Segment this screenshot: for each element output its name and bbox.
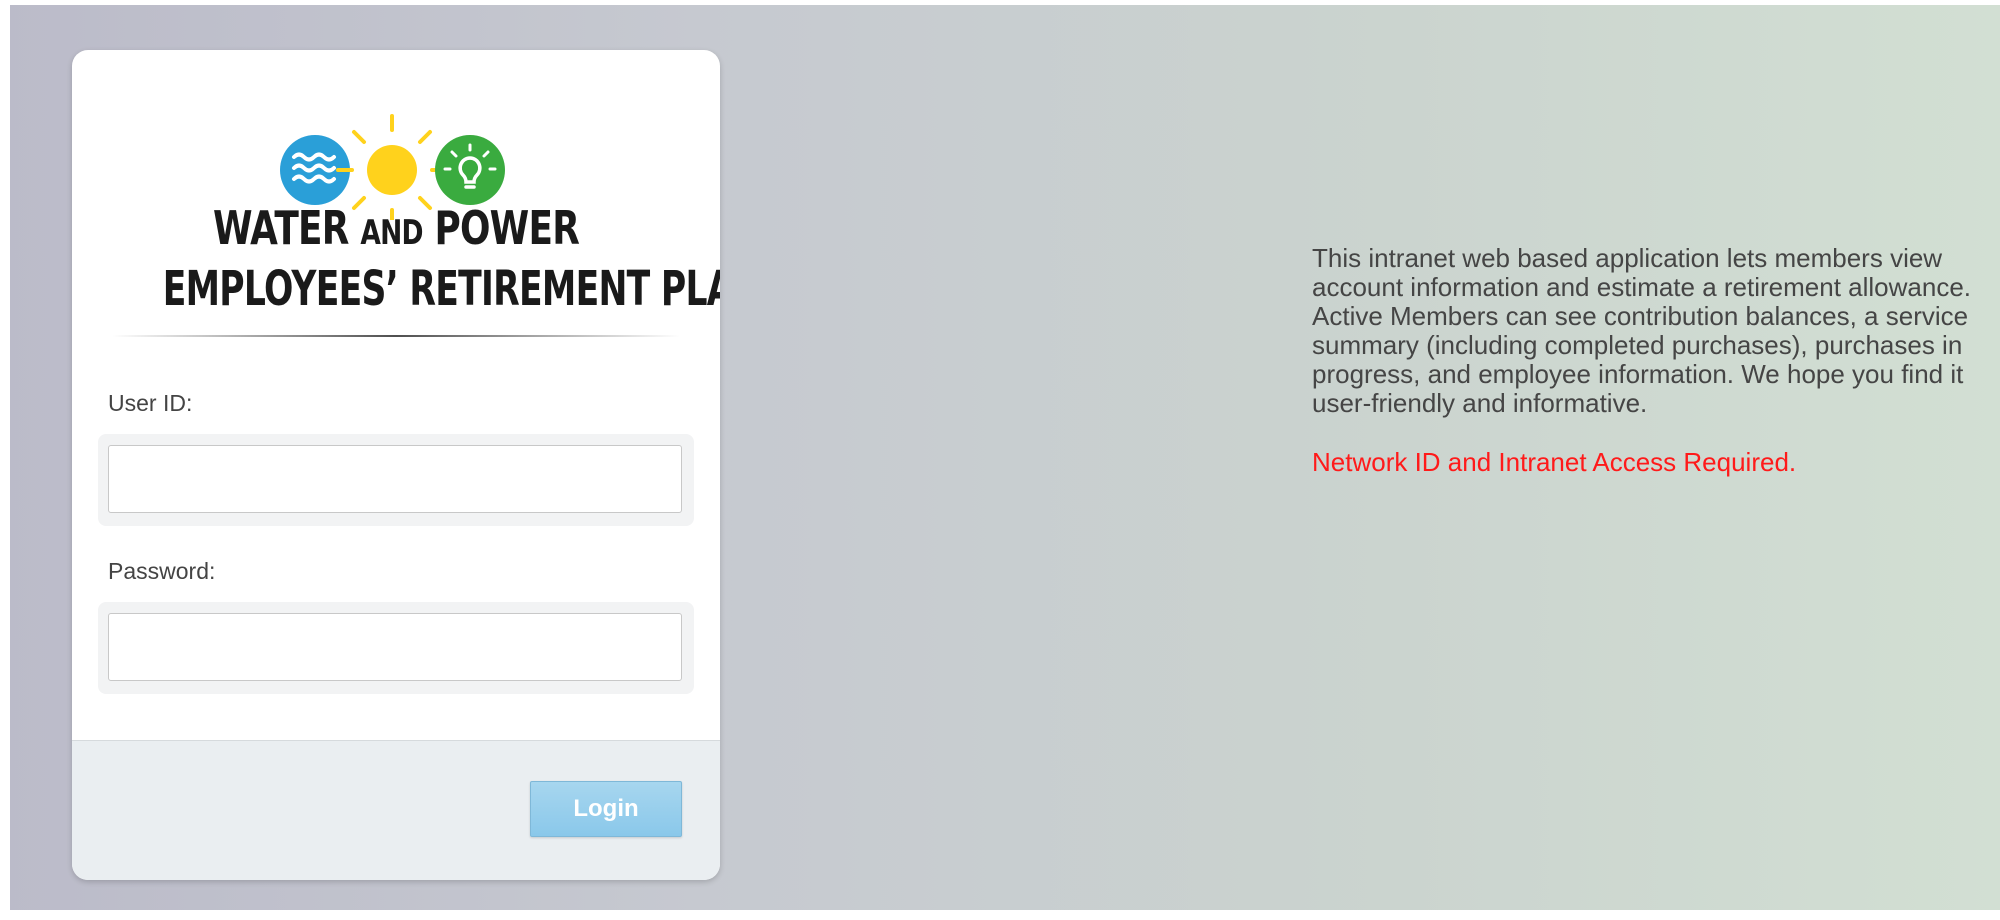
login-card: WATER AND POWER EMPLOYEES’ RETIREMENT PL… [72,50,720,880]
userid-field-wrapper [98,434,694,526]
logo-title-line2: EMPLOYEES’ RETIREMENT PLAN [162,261,720,317]
logo-word-water: WATER [212,201,361,255]
access-notice: Network ID and Intranet Access Required. [1312,447,1797,477]
logo-word-and: AND [360,213,423,253]
lightbulb-icon [435,135,505,205]
logo-icons [280,114,505,220]
password-input[interactable] [108,613,682,681]
page-edge-bottom [0,910,2000,920]
info-panel: This intranet web based application lets… [1312,244,1992,477]
password-field-wrapper [98,602,694,694]
password-label: Password: [108,558,216,584]
login-button[interactable]: Login [530,781,682,837]
userid-input[interactable] [108,445,682,513]
logo-word-power: POWER [422,201,580,255]
app-description: This intranet web based application lets… [1312,243,1972,418]
logo-divider [112,335,680,337]
page-edge-top [0,0,2000,5]
logo-title-line1: WATER AND POWER [143,200,648,261]
logo: WATER AND POWER EMPLOYEES’ RETIREMENT PL… [72,50,720,340]
userid-label: User ID: [108,390,193,416]
login-card-footer: Login [72,740,720,880]
page-edge-left [0,0,10,920]
